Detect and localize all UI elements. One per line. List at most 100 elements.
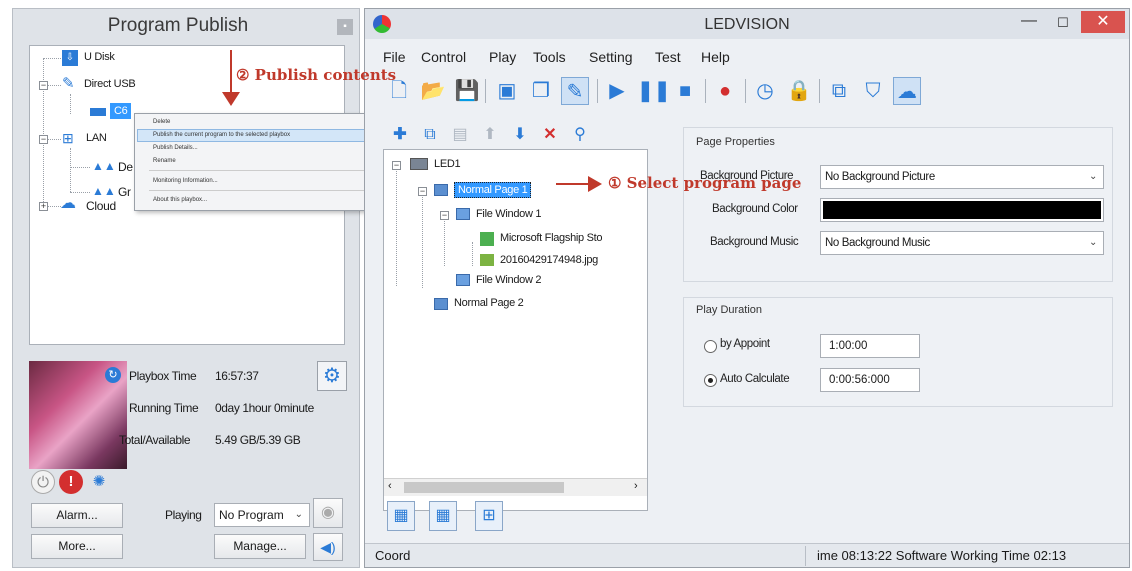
bg-color-swatch[interactable] — [820, 198, 1104, 222]
menu-test[interactable]: Test — [655, 49, 681, 65]
bg-music-value: No Background Music — [825, 237, 930, 249]
tree-item-cloud[interactable]: Cloud — [86, 199, 116, 213]
gear-icon[interactable]: ⚙ — [317, 361, 347, 391]
tree-item-lan-gr[interactable]: Gr — [118, 185, 131, 199]
chevron-down-icon: ⌄ — [294, 509, 303, 520]
bg-picture-select[interactable]: No Background Picture ⌄ — [820, 165, 1104, 189]
move-down-icon[interactable]: ⬇ — [509, 124, 531, 146]
chevron-down-icon: ⌄ — [1089, 171, 1097, 182]
tree-item-file-2[interactable]: 20160429174948.jpg — [500, 254, 598, 266]
screen-icon[interactable]: ▣ — [493, 77, 521, 105]
window-icon[interactable]: ❐ — [527, 77, 555, 105]
eye-icon[interactable]: ◉ — [313, 498, 343, 528]
scroll-right-icon[interactable]: › — [634, 480, 638, 492]
stop-icon[interactable]: ■ — [671, 77, 699, 105]
bg-music-select[interactable]: No Background Music ⌄ — [820, 231, 1104, 255]
save-icon[interactable]: 💾 — [453, 77, 481, 105]
shutdown-icon[interactable]: ! — [59, 470, 83, 494]
search-icon[interactable]: ⚲ — [569, 124, 591, 146]
auto-calculate-label: Auto Calculate — [720, 373, 790, 385]
menu-file[interactable]: File — [383, 49, 406, 65]
ctx-publish[interactable]: Publish the current program to the selec… — [153, 132, 290, 138]
tree-item-normal-page-2[interactable]: Normal Page 2 — [454, 297, 524, 309]
tree-item-led1[interactable]: LED1 — [434, 158, 461, 170]
expand-page1[interactable]: − — [418, 187, 427, 196]
tree-item-udisk[interactable]: U Disk — [84, 51, 115, 63]
panel-close-icon[interactable]: ▪ — [337, 19, 353, 35]
add-window-button[interactable]: ▦ — [429, 501, 457, 531]
pause-icon[interactable]: ❚❚ — [637, 77, 671, 105]
play-duration-group: Play Duration by Appoint 1:00:00 Auto Ca… — [683, 297, 1113, 407]
menu-setting[interactable]: Setting — [589, 49, 633, 65]
by-appoint-input[interactable]: 1:00:00 — [820, 334, 920, 358]
tree-item-normal-page-1[interactable]: Normal Page 1 — [454, 182, 532, 198]
tree-item-c6[interactable]: C6 — [110, 103, 132, 119]
close-icon[interactable]: ✕ — [1081, 11, 1125, 33]
lock-screen-icon[interactable]: 🔒 — [785, 77, 813, 105]
play-icon[interactable]: ▶ — [603, 77, 631, 105]
tree-item-file-window-1[interactable]: File Window 1 — [476, 208, 541, 220]
speaker-icon[interactable]: ◀) — [313, 533, 343, 561]
expand-led1[interactable]: − — [392, 161, 401, 170]
more-button[interactable]: More... — [31, 534, 123, 559]
bg-music-label: Background Music — [710, 236, 799, 248]
title-bar: LEDVISION — ☐ ✕ — [365, 9, 1129, 39]
tree-item-lan[interactable]: LAN — [86, 132, 107, 144]
maximize-icon[interactable]: ☐ — [1049, 13, 1077, 33]
page-properties-title: Page Properties — [696, 136, 775, 148]
menu-play[interactable]: Play — [489, 49, 516, 65]
ctx-about[interactable]: About this playbox... — [153, 197, 207, 203]
expand-window1[interactable]: − — [440, 211, 449, 220]
menu-control[interactable]: Control — [421, 49, 466, 65]
delete-icon[interactable]: ✕ — [539, 124, 561, 146]
expand-direct-usb[interactable]: − — [39, 81, 48, 90]
usb-cable-icon: ✎ — [62, 75, 75, 92]
brightness-icon[interactable]: ✺ — [87, 470, 111, 494]
move-up-icon[interactable]: ⬆ — [479, 124, 501, 146]
manage-button[interactable]: Manage... — [214, 534, 306, 559]
paste-icon[interactable]: ▤ — [449, 124, 471, 146]
add-page-button[interactable]: ▦ — [387, 501, 415, 531]
menu-tools[interactable]: Tools — [533, 49, 566, 65]
ctx-rename[interactable]: Rename — [153, 158, 176, 164]
running-time-value: 0day 1hour 0minute — [215, 401, 314, 415]
menu-help[interactable]: Help — [701, 49, 730, 65]
storage-value: 5.49 GB/5.39 GB — [215, 433, 301, 447]
ctx-monitoring[interactable]: Monitoring Information... — [153, 178, 218, 184]
alarm-button[interactable]: Alarm... — [31, 503, 123, 528]
by-appoint-radio[interactable] — [704, 340, 717, 353]
record-icon[interactable]: ● — [711, 77, 739, 105]
bg-color-label: Background Color — [712, 203, 798, 215]
timer-icon[interactable]: ◷ — [751, 77, 779, 105]
refresh-icon[interactable]: ↻ — [105, 367, 121, 383]
add-item-button[interactable]: ⊞ — [475, 501, 503, 531]
scroll-left-icon[interactable]: ‹ — [388, 480, 392, 492]
minimize-icon[interactable]: — — [1015, 13, 1043, 33]
shield-icon[interactable]: ⛉ — [859, 77, 887, 105]
display-settings-icon[interactable]: ⧉ — [825, 77, 853, 105]
playing-select[interactable]: No Program ⌄ — [214, 503, 310, 527]
scrollbar-thumb[interactable] — [404, 482, 564, 493]
cloud-upload-icon[interactable]: ☁ — [893, 77, 921, 105]
copy-icon[interactable]: ⧉ — [419, 124, 441, 146]
auto-calculate-radio[interactable] — [704, 374, 717, 387]
playbox-time-label: Playbox Time — [129, 369, 197, 383]
open-folder-icon[interactable]: 📂 — [419, 77, 447, 105]
power-icon[interactable]: ⏻ — [31, 470, 55, 494]
annotation-select-program-page: ① Select program page — [608, 174, 802, 192]
ctx-publish-details[interactable]: Publish Details... — [153, 145, 198, 151]
group-icon: ▲▲ — [92, 159, 116, 173]
tree-item-file-1[interactable]: Microsoft Flagship Sto — [500, 232, 603, 244]
group-icon: ▲▲ — [92, 184, 116, 198]
expand-cloud[interactable]: + — [39, 202, 48, 211]
add-icon[interactable]: ✚ — [389, 124, 411, 146]
tree-item-direct-usb[interactable]: Direct USB — [84, 78, 136, 90]
horizontal-scrollbar[interactable]: ‹ › — [384, 478, 647, 496]
auto-calculate-input[interactable]: 0:00:56:000 — [820, 368, 920, 392]
ctx-delete[interactable]: Delete — [153, 119, 170, 125]
expand-lan[interactable]: − — [39, 135, 48, 144]
tree-item-lan-de[interactable]: De — [118, 160, 133, 174]
tree-item-file-window-2[interactable]: File Window 2 — [476, 274, 541, 286]
file-icon — [480, 232, 494, 246]
edit-program-icon[interactable]: ✎ — [561, 77, 589, 105]
